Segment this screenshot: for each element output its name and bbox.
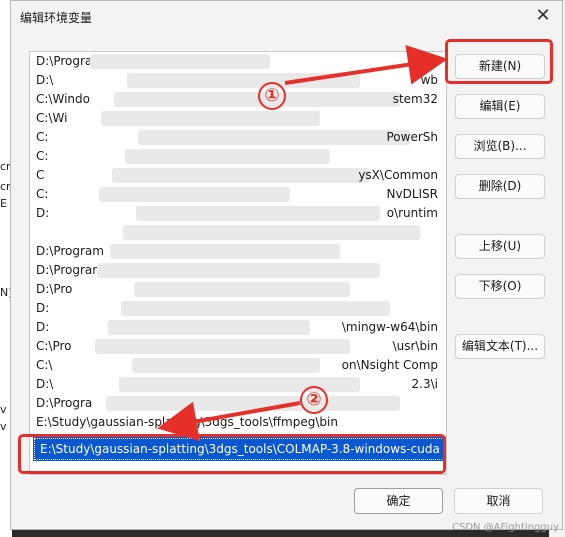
- redacted-block: [97, 263, 380, 278]
- list-item-fragment: ysX\Common: [358, 168, 438, 182]
- dialog-title: 编辑环境变量: [20, 11, 93, 25]
- background-text: E: [0, 197, 7, 210]
- list-item[interactable]: D:: [30, 299, 446, 318]
- list-item[interactable]: E:\Study\gaussian-splatting\3dgs_tools\f…: [30, 413, 446, 432]
- redacted-block: [90, 54, 270, 69]
- step-marker-2: ②: [300, 386, 328, 414]
- list-item-fragment: stem32: [392, 92, 438, 106]
- list-item[interactable]: C:\Pro \usr\bin: [30, 337, 446, 356]
- edit-button[interactable]: 编辑(E): [455, 94, 545, 119]
- move-down-button[interactable]: 下移(O): [455, 274, 545, 299]
- redacted-block: [99, 187, 290, 202]
- list-item[interactable]: D:\Program: [30, 261, 446, 280]
- list-item-fragment: wb: [420, 73, 438, 87]
- list-item-fragment: \mingw-w64\bin: [341, 320, 438, 334]
- selected-path-input[interactable]: E:\Study\gaussian-splatting\3dgs_tools\C…: [33, 437, 446, 461]
- redacted-block: [110, 244, 340, 259]
- redacted-block: [121, 301, 390, 316]
- list-item-label: C:: [36, 187, 49, 201]
- redacted-block: [108, 320, 310, 335]
- list-item[interactable]: CysX\Common: [30, 166, 446, 185]
- background-text: v: [0, 420, 7, 433]
- list-item-fragment: o\runtim: [386, 206, 438, 220]
- list-item-label: D:\Pro: [36, 282, 73, 296]
- list-item-label: C:: [36, 130, 49, 144]
- new-button[interactable]: 新建(N): [455, 54, 545, 79]
- background-text: cr: [0, 180, 11, 193]
- list-item[interactable]: D:\ wb: [30, 71, 446, 90]
- list-item[interactable]: D: \mingw-w64\bin: [30, 318, 446, 337]
- edit-env-var-dialog: 编辑环境变量 ✕ D:\Program bin D:\ wb C:\Windo stem3…: [10, 0, 563, 530]
- list-item-fragment: bin: [419, 54, 438, 68]
- background-text: cr: [0, 160, 11, 173]
- list-item[interactable]: D:\Program: [30, 242, 446, 261]
- list-item[interactable]: D:\ 2.3\i: [30, 375, 446, 394]
- ok-button[interactable]: 确定: [354, 488, 443, 514]
- list-item[interactable]: C: NvDLISR: [30, 185, 446, 204]
- list-item-label: D:\Progra: [36, 396, 93, 410]
- list-item-label: C:\Wi: [36, 111, 68, 125]
- redacted-block: [114, 92, 400, 107]
- redacted-block: [101, 111, 320, 126]
- move-up-button[interactable]: 上移(U): [455, 234, 545, 259]
- redacted-block: [132, 358, 320, 373]
- redacted-block: [138, 130, 410, 145]
- list-item-label: E:\Study\gaussian-splatting\3dgs_tools\f…: [36, 415, 338, 429]
- path-list[interactable]: D:\Program bin D:\ wb C:\Windo stem32 C:\Wi C: P…: [29, 51, 447, 475]
- list-item-label: C:\Pro: [36, 339, 72, 353]
- list-item-fragment: NvDLISR: [386, 187, 439, 201]
- list-item[interactable]: C:\Wi: [30, 109, 446, 128]
- list-item-label: C:: [36, 149, 49, 163]
- list-item[interactable]: D:\Pro: [30, 280, 446, 299]
- step-marker-1: ①: [258, 82, 286, 110]
- list-item[interactable]: C:: [30, 147, 446, 166]
- close-icon[interactable]: ✕: [532, 5, 554, 27]
- list-item-fragment: on\Nsight Comp: [341, 358, 438, 372]
- list-item-label: D:\: [36, 73, 54, 87]
- list-item-fragment: \usr\bin: [392, 339, 438, 353]
- browse-button[interactable]: 浏览(B)...: [455, 134, 545, 159]
- redacted-block: [127, 73, 360, 88]
- list-item-fragment: 2.3\i: [411, 377, 438, 391]
- list-item-label: C: [36, 168, 45, 182]
- list-item-label: C:\Windo: [36, 92, 90, 106]
- list-item-label: D:\Program: [36, 244, 104, 258]
- list-item-label: D:\: [36, 377, 54, 391]
- redacted-block: [123, 225, 420, 240]
- list-item[interactable]: C:\ on\Nsight Comp: [30, 356, 446, 375]
- list-item-label: C:\: [36, 358, 53, 372]
- list-item[interactable]: C: PowerSh: [30, 128, 446, 147]
- list-item[interactable]: C:\Windo stem32: [30, 90, 446, 109]
- redacted-block: [95, 339, 350, 354]
- list-item-label: D:: [36, 320, 50, 334]
- redacted-block: [106, 396, 400, 411]
- cancel-button[interactable]: 取消: [454, 488, 543, 514]
- edit-text-button[interactable]: 编辑文本(T)...: [455, 334, 545, 359]
- list-item-fragment: PowerSh: [386, 130, 438, 144]
- redacted-block: [136, 206, 380, 221]
- delete-button[interactable]: 删除(D): [455, 174, 545, 199]
- list-item[interactable]: D:\Program bin: [30, 52, 446, 71]
- background-text: v: [0, 403, 7, 416]
- list-item-label: D:\Program: [36, 263, 104, 277]
- list-item[interactable]: D: o\runtim: [30, 204, 446, 223]
- redacted-block: [125, 149, 330, 164]
- list-item[interactable]: D:\Progra: [30, 394, 446, 413]
- list-item-label: D:: [36, 301, 50, 315]
- redacted-block: [112, 168, 370, 183]
- watermark: CSDN @AFightingguy: [451, 522, 559, 533]
- redacted-block: [134, 282, 350, 297]
- list-item[interactable]: [30, 223, 446, 242]
- list-item-label: D:: [36, 206, 50, 220]
